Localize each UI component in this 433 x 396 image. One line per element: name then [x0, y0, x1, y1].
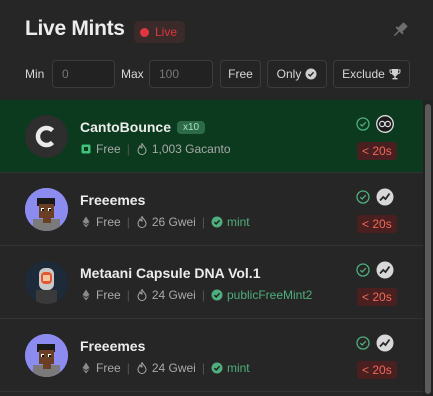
mint-name-text: CantoBounce — [80, 119, 171, 135]
live-dot-icon — [140, 27, 149, 37]
panel-title: Live Mints — [25, 17, 125, 40]
timer-badge: < 20s — [357, 215, 397, 233]
mint-function: publicFreeMint2 — [226, 288, 313, 302]
mint-name: Freeemes — [80, 338, 146, 354]
mint-name: Metaani Capsule DNA Vol.1 — [80, 265, 261, 281]
avatar — [25, 334, 68, 377]
mint-function: mint — [226, 215, 250, 229]
flame-icon — [136, 216, 148, 228]
chart-link-icon[interactable] — [376, 334, 394, 352]
min-label: Min — [25, 67, 45, 81]
flame-icon — [136, 143, 148, 155]
multiplier-badge: x10 — [177, 121, 206, 134]
mint-list: CantoBounce x10 Free | 1,003 Gacanto < 2… — [0, 100, 433, 396]
ethereum-icon — [80, 362, 92, 374]
mint-volume: 1,003 Gacanto — [151, 142, 231, 156]
chart-link-icon[interactable] — [376, 261, 394, 279]
ethereum-icon — [80, 216, 92, 228]
scrollbar-thumb[interactable] — [425, 104, 431, 394]
mint-volume: 24 Gwei — [151, 361, 196, 375]
check-icon — [356, 117, 370, 131]
avatar — [25, 261, 68, 304]
mint-meta: Free | 1,003 Gacanto — [80, 142, 231, 156]
max-label: Max — [121, 67, 144, 81]
only-button-label: Only — [276, 67, 302, 81]
pixel-avatar-icon — [25, 334, 68, 377]
filter-bar: Min Max Free Only Exclude — [0, 59, 433, 91]
verified-function-icon — [211, 216, 223, 228]
mint-volume: 24 Gwei — [151, 288, 196, 302]
avatar — [25, 115, 68, 158]
mint-price: Free — [96, 215, 121, 229]
free-button[interactable]: Free — [220, 60, 261, 88]
check-icon — [356, 336, 370, 350]
live-label: Live — [155, 25, 178, 39]
panel-header: Live Mints Live — [0, 0, 433, 56]
mint-meta: Free | 24 Gwei | publicFreeMint2 — [80, 288, 312, 302]
mint-price: Free — [96, 361, 121, 375]
verified-function-icon — [211, 362, 223, 374]
check-icon — [356, 190, 370, 204]
trophy-icon — [389, 69, 401, 80]
canto-logo-icon — [25, 115, 68, 158]
verified-icon — [305, 68, 317, 80]
min-input[interactable] — [52, 60, 115, 88]
avatar — [25, 188, 68, 231]
mint-price: Free — [96, 288, 121, 302]
pixel-avatar-icon — [25, 188, 68, 231]
mint-name: Freeemes — [80, 192, 146, 208]
mint-function: mint — [226, 361, 250, 375]
flame-icon — [136, 362, 148, 374]
capsule-avatar-icon — [25, 261, 68, 304]
timer-badge: < 20s — [357, 361, 397, 379]
exclude-button[interactable]: Exclude — [333, 60, 410, 88]
check-icon — [356, 263, 370, 277]
canto-chain-icon — [376, 115, 394, 133]
mint-row[interactable]: CantoBounce x10 Free | 1,003 Gacanto < 2… — [0, 100, 423, 173]
canto-chain-icon — [80, 143, 92, 155]
mint-row[interactable]: Freeemes Free | 26 Gwei | mint < 20s — [0, 173, 423, 246]
mint-volume: 26 Gwei — [151, 215, 196, 229]
mint-meta: Free | 24 Gwei | mint — [80, 361, 250, 375]
mint-name: CantoBounce x10 — [80, 119, 206, 135]
free-button-label: Free — [228, 67, 253, 81]
timer-badge: < 20s — [357, 288, 397, 306]
mint-price: Free — [96, 142, 121, 156]
mint-meta: Free | 26 Gwei | mint — [80, 215, 250, 229]
live-mints-panel: Live Mints Live Min Max Free Only — [0, 0, 433, 396]
mint-row[interactable]: Metaani Capsule DNA Vol.1 Free | 24 Gwei… — [0, 246, 423, 319]
timer-badge: < 20s — [357, 142, 397, 160]
chart-link-icon[interactable] — [376, 188, 394, 206]
only-button[interactable]: Only — [267, 60, 327, 88]
flame-icon — [136, 289, 148, 301]
verified-function-icon — [211, 289, 223, 301]
exclude-button-label: Exclude — [342, 67, 385, 81]
live-badge: Live — [134, 21, 186, 43]
ethereum-icon — [80, 289, 92, 301]
mint-row[interactable]: Freeemes Free | 24 Gwei | mint < 20s — [0, 319, 423, 392]
pin-icon[interactable] — [391, 21, 409, 39]
max-input[interactable] — [149, 60, 213, 88]
